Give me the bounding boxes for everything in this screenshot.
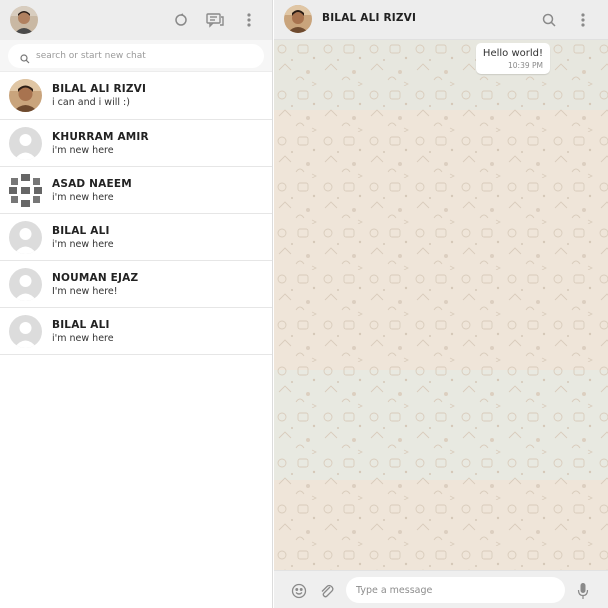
chat-list-item[interactable]: BILAL ALI RIZVI i can and i will :) <box>0 72 272 120</box>
conversation-panel: BILAL ALI RIZVI Hello world! 10:39 PM Ty… <box>274 0 608 608</box>
sidebar: BILAL ALI RIZVI i can and i will :) KHUR… <box>0 0 273 608</box>
search-icon[interactable] <box>538 10 560 30</box>
chat-name: NOUMAN EJAZ <box>52 272 139 284</box>
chat-status: i'm new here <box>52 333 114 344</box>
avatar <box>9 79 42 112</box>
conversation-actions <box>538 10 594 30</box>
chat-list-item[interactable]: NOUMAN EJAZ I'm new here! <box>0 261 272 308</box>
contact-avatar[interactable] <box>284 5 312 33</box>
avatar <box>9 315 42 348</box>
chat-list-item[interactable]: BILAL ALI i'm new here <box>0 308 272 355</box>
chat-name: ASAD NAEEM <box>52 178 132 190</box>
refresh-icon[interactable] <box>170 10 192 30</box>
chat-status: i'm new here <box>52 239 114 250</box>
sidebar-actions <box>170 10 260 30</box>
avatar <box>9 268 42 301</box>
more-vertical-icon[interactable] <box>238 10 260 30</box>
avatar <box>9 174 42 207</box>
chat-name: BILAL ALI <box>52 319 110 331</box>
chat-status: I'm new here! <box>52 286 118 297</box>
search-bar <box>0 40 272 72</box>
chat-icon[interactable] <box>204 10 226 30</box>
my-avatar[interactable] <box>10 6 38 34</box>
chat-list-item[interactable]: ASAD NAEEM i'm new here <box>0 167 272 214</box>
search-box <box>8 44 264 68</box>
wallpaper-pattern <box>274 40 608 570</box>
message-time: 10:39 PM <box>508 61 543 70</box>
chat-list: BILAL ALI RIZVI i can and i will :) KHUR… <box>0 72 272 355</box>
emoji-icon[interactable] <box>288 581 310 601</box>
attach-icon[interactable] <box>316 581 338 601</box>
sidebar-header <box>0 0 272 40</box>
avatar <box>9 127 42 160</box>
message-input[interactable] <box>346 577 565 603</box>
contact-name[interactable]: BILAL ALI RIZVI <box>322 12 416 24</box>
more-vertical-icon[interactable] <box>572 10 594 30</box>
chat-status: i can and i will :) <box>52 97 130 108</box>
message-text: Hello world! <box>482 48 543 59</box>
chat-name: BILAL ALI <box>52 225 110 237</box>
message-bubble-outgoing[interactable]: Hello world! 10:39 PM <box>475 43 550 74</box>
message-area[interactable]: Hello world! 10:39 PM <box>274 40 608 570</box>
mic-icon[interactable] <box>572 581 594 601</box>
chat-name: BILAL ALI RIZVI <box>52 83 147 95</box>
search-input[interactable] <box>36 51 236 61</box>
message-composer <box>274 570 608 608</box>
chat-status: i'm new here <box>52 145 114 156</box>
conversation-header: BILAL ALI RIZVI <box>274 0 608 40</box>
chat-list-item[interactable]: KHURRAM AMIR i'm new here <box>0 120 272 167</box>
search-icon <box>20 49 30 68</box>
chat-list-item[interactable]: BILAL ALI i'm new here <box>0 214 272 261</box>
chat-status: i'm new here <box>52 192 114 203</box>
chat-name: KHURRAM AMIR <box>52 131 149 143</box>
avatar <box>9 221 42 254</box>
